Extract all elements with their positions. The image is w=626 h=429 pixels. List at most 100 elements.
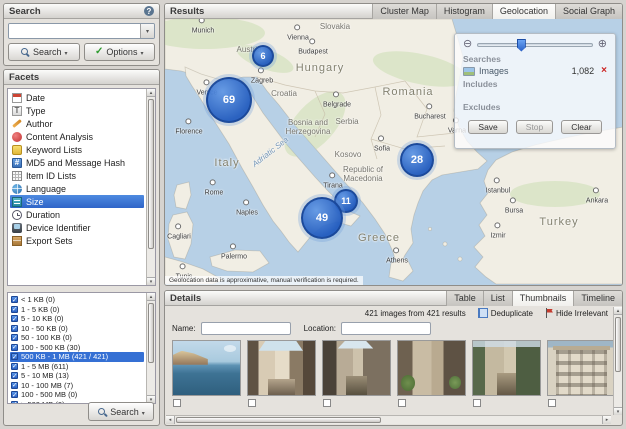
facet-item[interactable]: Type — [10, 104, 144, 117]
hide-irrelevant-button[interactable]: Hide Irrelevant — [545, 308, 608, 318]
checkbox-checked-icon[interactable] — [11, 382, 18, 389]
image-thumbnail[interactable] — [322, 340, 391, 396]
image-thumbnail[interactable] — [172, 340, 241, 396]
facet-item[interactable]: Date — [10, 91, 144, 104]
checkbox-checked-icon[interactable] — [11, 334, 18, 341]
remove-search-icon[interactable]: × — [601, 66, 607, 76]
location-filter-input[interactable] — [341, 322, 431, 335]
name-filter-input[interactable] — [201, 322, 291, 335]
map-cluster-bubble[interactable]: 28 — [400, 143, 434, 177]
facets-search-button[interactable]: Search — [88, 402, 154, 421]
results-tab[interactable]: Cluster Map — [372, 4, 436, 19]
help-icon[interactable]: ? — [144, 6, 154, 16]
scrollbar-thumb[interactable] — [615, 317, 621, 372]
thumbnail-checkbox[interactable] — [323, 399, 331, 407]
image-thumbnail[interactable] — [472, 340, 541, 396]
thumbnail-checkbox[interactable] — [473, 399, 481, 407]
results-tab[interactable]: Histogram — [436, 4, 492, 19]
image-thumbnail[interactable] — [547, 340, 616, 396]
details-horizontal-scrollbar[interactable]: ◂ ▸ — [166, 415, 611, 424]
options-button[interactable]: ✓ Options — [84, 43, 156, 61]
checkbox-checked-icon[interactable] — [11, 363, 18, 370]
scroll-up-icon[interactable]: ▴ — [147, 89, 155, 97]
search-button[interactable]: Search — [8, 43, 80, 61]
facet-item[interactable]: Content Analysis — [10, 130, 144, 143]
size-filter-item[interactable]: 10 - 100 MB (7) — [10, 381, 144, 391]
details-vertical-scrollbar[interactable]: ▴ ▾ — [613, 307, 622, 415]
image-thumbnail[interactable] — [397, 340, 466, 396]
checkbox-checked-icon[interactable] — [11, 391, 18, 398]
size-filter-item[interactable]: < 1 KB (0) — [10, 295, 144, 305]
thumbnail-checkbox[interactable] — [248, 399, 256, 407]
checkbox-checked-icon[interactable] — [11, 344, 18, 351]
results-tab[interactable]: Social Graph — [555, 4, 622, 19]
search-query-combobox[interactable] — [8, 23, 155, 39]
zoom-out-icon[interactable]: ⊖ — [463, 39, 472, 50]
facet-item[interactable]: Language — [10, 182, 144, 195]
stop-button[interactable]: Stop — [516, 120, 554, 134]
search-panel-header: Search ? — [4, 4, 159, 19]
scroll-right-icon[interactable]: ▸ — [602, 416, 611, 424]
save-button[interactable]: Save — [468, 120, 507, 134]
scroll-up-icon[interactable]: ▴ — [147, 293, 155, 301]
thumbnail-checkbox[interactable] — [548, 399, 556, 407]
checkbox-checked-icon[interactable] — [11, 315, 18, 322]
facet-item[interactable]: MD5 and Message Hash — [10, 156, 144, 169]
size-filter-item[interactable]: 100 - 500 MB (0) — [10, 390, 144, 400]
details-tab[interactable]: Thumbnails — [512, 291, 574, 306]
facets-panel-title: Facets — [9, 72, 39, 83]
facet-item[interactable]: Size — [10, 195, 144, 208]
size-filter-item[interactable]: 10 - 50 KB (0) — [10, 324, 144, 334]
facet-list-scrollbar[interactable]: ▴ ▾ — [146, 89, 155, 285]
size-filter-item[interactable]: 5 - 10 KB (0) — [10, 314, 144, 324]
size-filter-item[interactable]: 50 - 100 KB (0) — [10, 333, 144, 343]
scrollbar-thumb[interactable] — [176, 417, 381, 423]
checkbox-checked-icon[interactable] — [11, 353, 18, 360]
thumbnail-checkbox[interactable] — [398, 399, 406, 407]
checkbox-checked-icon[interactable] — [11, 306, 18, 313]
scroll-up-icon[interactable]: ▴ — [614, 307, 622, 315]
checkbox-checked-icon[interactable] — [11, 401, 18, 404]
size-filter-item[interactable]: 100 - 500 KB (30) — [10, 343, 144, 353]
size-filter-item[interactable]: 5 - 10 MB (13) — [10, 371, 144, 381]
facet-item[interactable]: Keyword Lists — [10, 143, 144, 156]
facet-item[interactable]: Author — [10, 117, 144, 130]
geolocation-map[interactable]: Slovakia Munich Vienna Austria Budapest … — [165, 19, 622, 285]
checkbox-checked-icon[interactable] — [11, 372, 18, 379]
facet-item[interactable]: Device Identifier — [10, 221, 144, 234]
includes-section-label: Includes — [463, 79, 607, 89]
zoom-in-icon[interactable]: ⊕ — [598, 39, 607, 50]
map-cluster-bubble[interactable]: 6 — [252, 45, 274, 67]
facet-item[interactable]: Item ID Lists — [10, 169, 144, 182]
zoom-slider[interactable] — [477, 43, 593, 47]
zoom-slider-thumb[interactable] — [517, 39, 526, 52]
zoom-control: ⊖ ⊕ — [463, 39, 607, 50]
checkbox-checked-icon[interactable] — [11, 325, 18, 332]
combobox-dropdown-icon[interactable] — [140, 24, 154, 38]
size-filter-item[interactable]: 1 - 5 MB (611) — [10, 362, 144, 372]
facet-item[interactable]: Duration — [10, 208, 144, 221]
size-list-scrollbar[interactable]: ▴ ▾ — [146, 293, 155, 403]
map-cluster-bubble[interactable]: 49 — [301, 197, 343, 239]
search-query-input[interactable] — [9, 24, 140, 38]
size-filter-item[interactable]: 500 KB - 1 MB (421 / 421) — [10, 352, 144, 362]
image-thumbnail[interactable] — [247, 340, 316, 396]
results-tab[interactable]: Geolocation — [492, 4, 555, 19]
details-tab[interactable]: Timeline — [573, 291, 622, 306]
thumbnail-checkbox[interactable] — [173, 399, 181, 407]
facet-item[interactable]: Export Sets — [10, 234, 144, 247]
size-filter-item[interactable]: 1 - 5 KB (0) — [10, 305, 144, 315]
search-panel-body: Search ✓ Options — [4, 19, 159, 65]
scroll-down-icon[interactable]: ▾ — [614, 407, 622, 415]
map-cluster-bubble[interactable]: 69 — [206, 77, 252, 123]
checkbox-checked-icon[interactable] — [11, 296, 18, 303]
scrollbar-thumb[interactable] — [148, 303, 154, 363]
deduplicate-button[interactable]: Deduplicate — [478, 308, 533, 318]
details-tab[interactable]: Table — [446, 291, 483, 306]
scrollbar-thumb[interactable] — [148, 99, 154, 249]
scroll-down-icon[interactable]: ▾ — [147, 277, 155, 285]
scroll-left-icon[interactable]: ◂ — [166, 416, 175, 424]
thumbnail-cell — [547, 340, 616, 407]
details-tab[interactable]: List — [483, 291, 512, 306]
clear-button[interactable]: Clear — [561, 120, 601, 134]
